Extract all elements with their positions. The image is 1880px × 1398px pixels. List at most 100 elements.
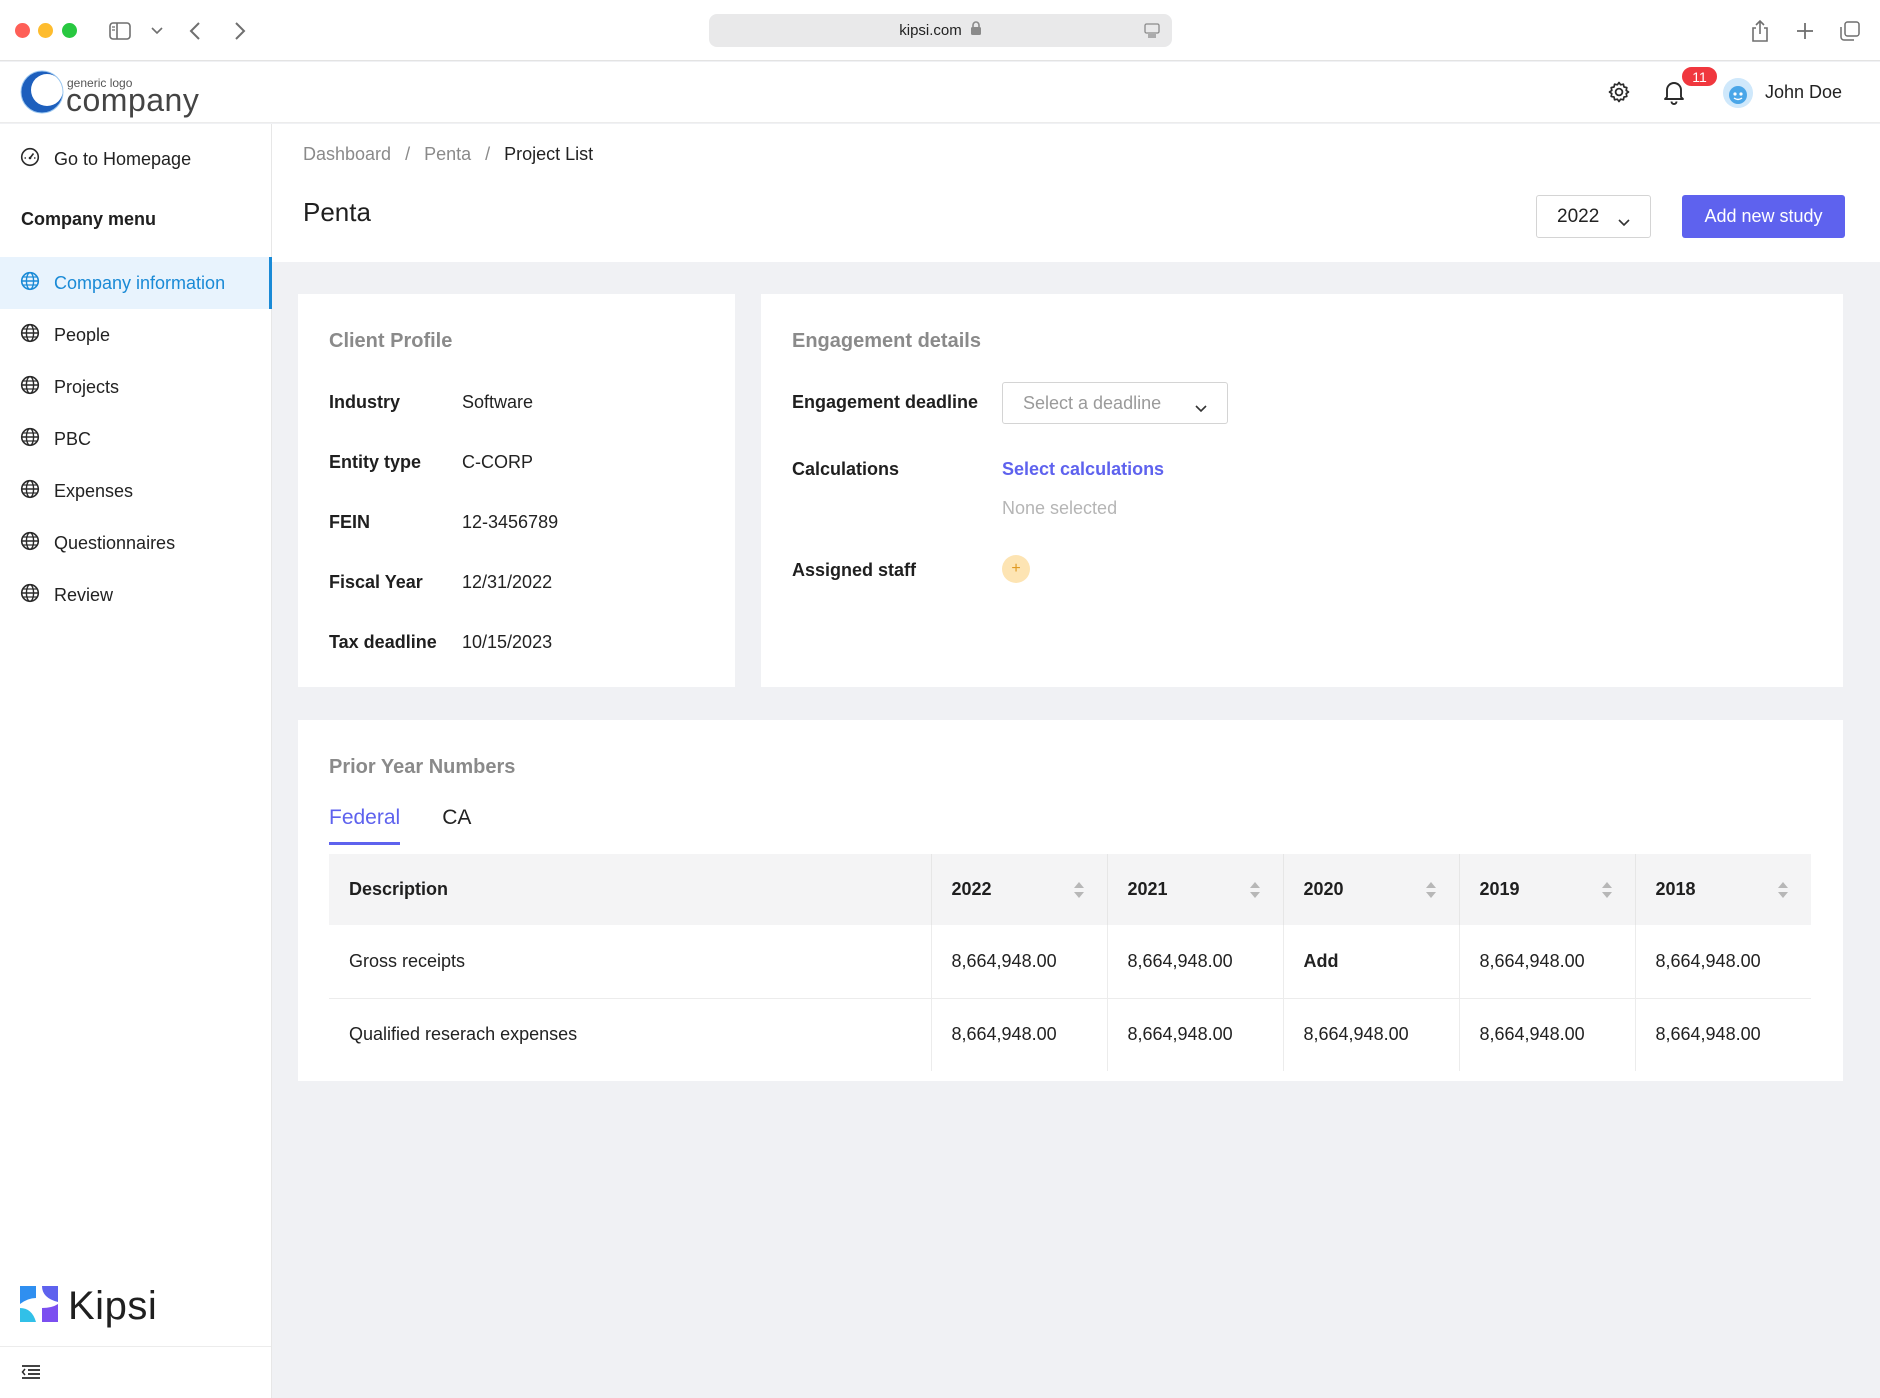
lock-icon — [970, 21, 982, 40]
column-header-2019[interactable]: 2019 — [1458, 854, 1635, 925]
close-window-button[interactable] — [15, 23, 30, 38]
sidebar-item-questionnaires[interactable]: Questionnaires — [0, 517, 272, 569]
sidebar-item-pbc[interactable]: PBC — [0, 413, 272, 465]
address-bar[interactable]: kipsi.com — [709, 14, 1172, 47]
sort-icon[interactable] — [1249, 881, 1261, 904]
column-header-label: 2021 — [1127, 879, 1168, 899]
add-new-study-button[interactable]: Add new study — [1682, 195, 1845, 238]
tab-federal[interactable]: Federal — [329, 806, 401, 845]
new-tab-icon[interactable] — [1794, 16, 1816, 46]
breadcrumb-penta[interactable]: Penta — [424, 144, 471, 165]
column-header-2018[interactable]: 2018 — [1634, 854, 1811, 925]
settings-gear-icon[interactable] — [1607, 80, 1631, 109]
fiscal-year-value: 12/31/2022 — [462, 572, 553, 592]
breadcrumb-separator: / — [485, 144, 491, 164]
globe-icon — [20, 375, 54, 400]
sidebar-footer — [0, 1346, 271, 1398]
client-profile-title: Client Profile — [329, 330, 453, 352]
column-header-label: 2018 — [1655, 879, 1696, 899]
sidebar-item-label: Company information — [54, 272, 226, 293]
fiscal-year-label: Fiscal Year — [329, 572, 423, 592]
notification-count-badge: 11 — [1680, 65, 1719, 88]
minimize-window-button[interactable] — [38, 23, 53, 38]
table-row: Qualified reserach expenses 8,664,948.00… — [329, 998, 1811, 1071]
tax-deadline-label: Tax deadline — [329, 632, 437, 652]
avatar[interactable] — [1723, 78, 1753, 108]
sidebar-item-review[interactable]: Review — [0, 569, 272, 621]
add-staff-button[interactable]: + — [1002, 555, 1030, 583]
kipsi-brand: Kipsi — [20, 1284, 157, 1329]
company-logo-icon[interactable] — [20, 70, 64, 114]
user-name[interactable]: John Doe — [1765, 82, 1842, 103]
sort-icon[interactable] — [1073, 881, 1085, 904]
breadcrumb-dashboard[interactable]: Dashboard — [303, 144, 391, 165]
sidebar-item-label: Review — [54, 584, 114, 605]
table-row: Gross receipts 8,664,948.00 8,664,948.00… — [329, 925, 1811, 999]
select-calculations-link[interactable]: Select calculations — [1002, 459, 1164, 480]
column-header-2022[interactable]: 2022 — [930, 854, 1107, 925]
assigned-staff-label: Assigned staff — [792, 560, 917, 580]
sort-icon[interactable] — [1425, 881, 1437, 904]
tabs-overview-icon[interactable] — [1839, 16, 1861, 46]
engagement-deadline-select[interactable]: Select a deadline — [1002, 382, 1228, 424]
browser-toolbar: kipsi.com — [0, 0, 1880, 61]
go-to-homepage-link[interactable]: Go to Homepage — [20, 144, 191, 174]
globe-icon — [20, 323, 54, 348]
sidebar-item-label: Questionnaires — [54, 532, 176, 553]
column-header-label: 2019 — [1479, 879, 1520, 899]
table-header-row: Description 2022 2021 2020 2019 2018 — [329, 854, 1811, 925]
company-menu-heading: Company menu — [21, 209, 157, 229]
dashboard-gauge-icon — [20, 147, 54, 172]
entity-type-value: C-CORP — [462, 452, 533, 472]
globe-icon — [20, 583, 54, 608]
sidebar-toggle-icon[interactable] — [107, 16, 133, 46]
table-cell: 8,664,948.00 — [1458, 998, 1635, 1071]
column-header-description: Description — [329, 854, 931, 925]
breadcrumb-separator: / — [405, 144, 411, 164]
reader-icon[interactable] — [1144, 22, 1160, 42]
jurisdiction-tabs: Federal CA — [329, 806, 513, 845]
table-cell-description: Qualified reserach expenses — [349, 1024, 578, 1045]
fein-label: FEIN — [329, 512, 371, 532]
industry-label: Industry — [329, 392, 401, 412]
breadcrumb: Dashboard / Penta / Project List — [303, 144, 593, 165]
tab-ca[interactable]: CA — [442, 806, 471, 845]
sort-icon[interactable] — [1777, 881, 1789, 904]
table-cell: 8,664,948.00 — [1106, 925, 1283, 999]
table-cell-description: Gross receipts — [329, 925, 931, 999]
entity-type-label: Entity type — [329, 452, 422, 472]
chevron-down-icon[interactable] — [149, 16, 165, 46]
back-icon[interactable] — [186, 16, 204, 46]
column-header-2020[interactable]: 2020 — [1282, 854, 1459, 925]
year-select-value: 2022 — [1557, 205, 1600, 227]
zoom-window-button[interactable] — [62, 23, 77, 38]
table-cell: 8,664,948.00 — [1458, 925, 1635, 999]
sidebar-item-label: Projects — [54, 376, 120, 397]
sort-icon[interactable] — [1601, 881, 1613, 904]
sidebar-item-label: People — [54, 324, 111, 345]
column-header-label: 2022 — [951, 879, 992, 899]
sidebar-item-company-information[interactable]: Company information — [0, 257, 272, 309]
table-cell: 8,664,948.00 — [1282, 998, 1459, 1071]
chevron-down-icon — [1195, 397, 1207, 418]
column-header-2021[interactable]: 2021 — [1106, 854, 1283, 925]
sidebar-item-projects[interactable]: Projects — [0, 361, 272, 413]
sidebar-item-expenses[interactable]: Expenses — [0, 465, 272, 517]
year-select[interactable]: 2022 — [1536, 195, 1651, 238]
forward-icon[interactable] — [231, 16, 249, 46]
share-icon[interactable] — [1748, 16, 1772, 46]
table-cell: 8,664,948.00 — [1634, 925, 1811, 999]
prior-year-title: Prior Year Numbers — [329, 756, 516, 778]
calculations-none-selected: None selected — [1002, 498, 1118, 518]
table-cell: 8,664,948.00 — [930, 998, 1107, 1071]
engagement-deadline-label: Engagement deadline — [792, 392, 979, 412]
collapse-menu-icon[interactable] — [21, 1364, 41, 1385]
engagement-details-title: Engagement details — [792, 330, 981, 352]
kipsi-wordmark: Kipsi — [68, 1284, 158, 1328]
prior-year-table: Description 2022 2021 2020 2019 2018 Gro… — [329, 854, 1811, 1071]
go-to-homepage-label: Go to Homepage — [54, 148, 192, 169]
sidebar: Go to Homepage Company menu Company info… — [0, 124, 272, 1398]
table-cell-add-link[interactable]: Add — [1282, 925, 1459, 999]
sidebar-item-people[interactable]: People — [0, 309, 272, 361]
table-cell: 8,664,948.00 — [930, 925, 1107, 999]
